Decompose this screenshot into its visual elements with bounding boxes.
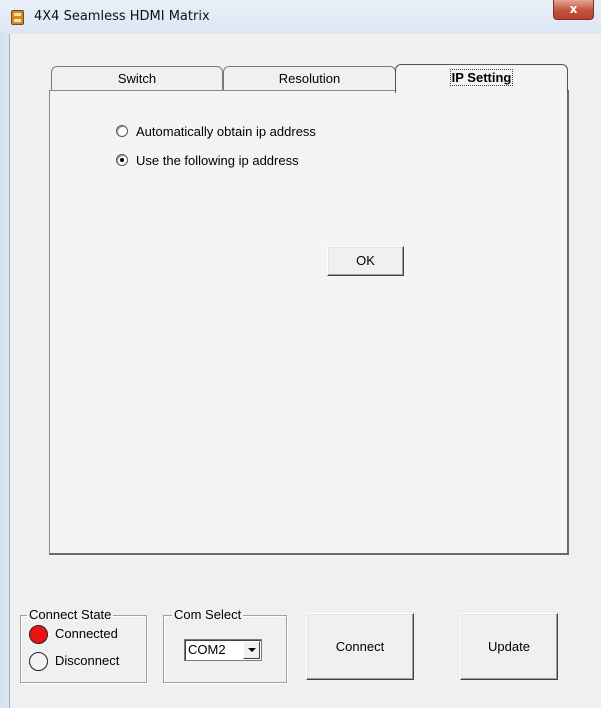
tab-label: Resolution: [278, 71, 341, 86]
chevron-down-icon[interactable]: [243, 641, 260, 659]
disconnected-label: Disconnect: [55, 653, 120, 668]
connect-button[interactable]: Connect: [306, 613, 414, 680]
radio-manual-ip[interactable]: Use the following ip address: [116, 152, 299, 168]
group-legend: Com Select: [172, 607, 244, 623]
tab-label: Switch: [117, 71, 157, 86]
app-icon: [11, 10, 24, 25]
connect-state-group: Connect State Connected Disconnect: [20, 607, 147, 683]
com-port-value: COM2: [188, 642, 226, 657]
ok-button[interactable]: OK: [327, 246, 404, 276]
radio-label: Use the following ip address: [136, 152, 299, 168]
close-button[interactable]: x: [553, 0, 594, 20]
update-button[interactable]: Update: [460, 613, 558, 680]
tab-switch[interactable]: Switch: [51, 66, 223, 91]
group-legend: Connect State: [27, 607, 114, 623]
radio-auto-ip[interactable]: Automatically obtain ip address: [116, 123, 316, 139]
window-frame: [0, 34, 9, 708]
radio-button[interactable]: [116, 125, 128, 137]
connected-indicator-icon: [29, 625, 48, 644]
tab-label: IP Setting: [449, 69, 514, 86]
com-select-group: Com Select COM2: [163, 607, 287, 683]
disconnected-indicator-icon: [29, 652, 48, 671]
radio-label: Automatically obtain ip address: [136, 123, 316, 139]
tab-ip-setting[interactable]: IP Setting: [395, 64, 568, 93]
com-port-select[interactable]: COM2: [184, 639, 262, 661]
tab-resolution[interactable]: Resolution: [223, 66, 396, 91]
radio-button-checked[interactable]: [116, 154, 128, 166]
window-title: 4X4 Seamless HDMI Matrix: [34, 9, 210, 24]
connected-label: Connected: [55, 626, 118, 641]
close-icon: x: [569, 2, 578, 16]
title-bar[interactable]: 4X4 Seamless HDMI Matrix x: [0, 0, 601, 34]
